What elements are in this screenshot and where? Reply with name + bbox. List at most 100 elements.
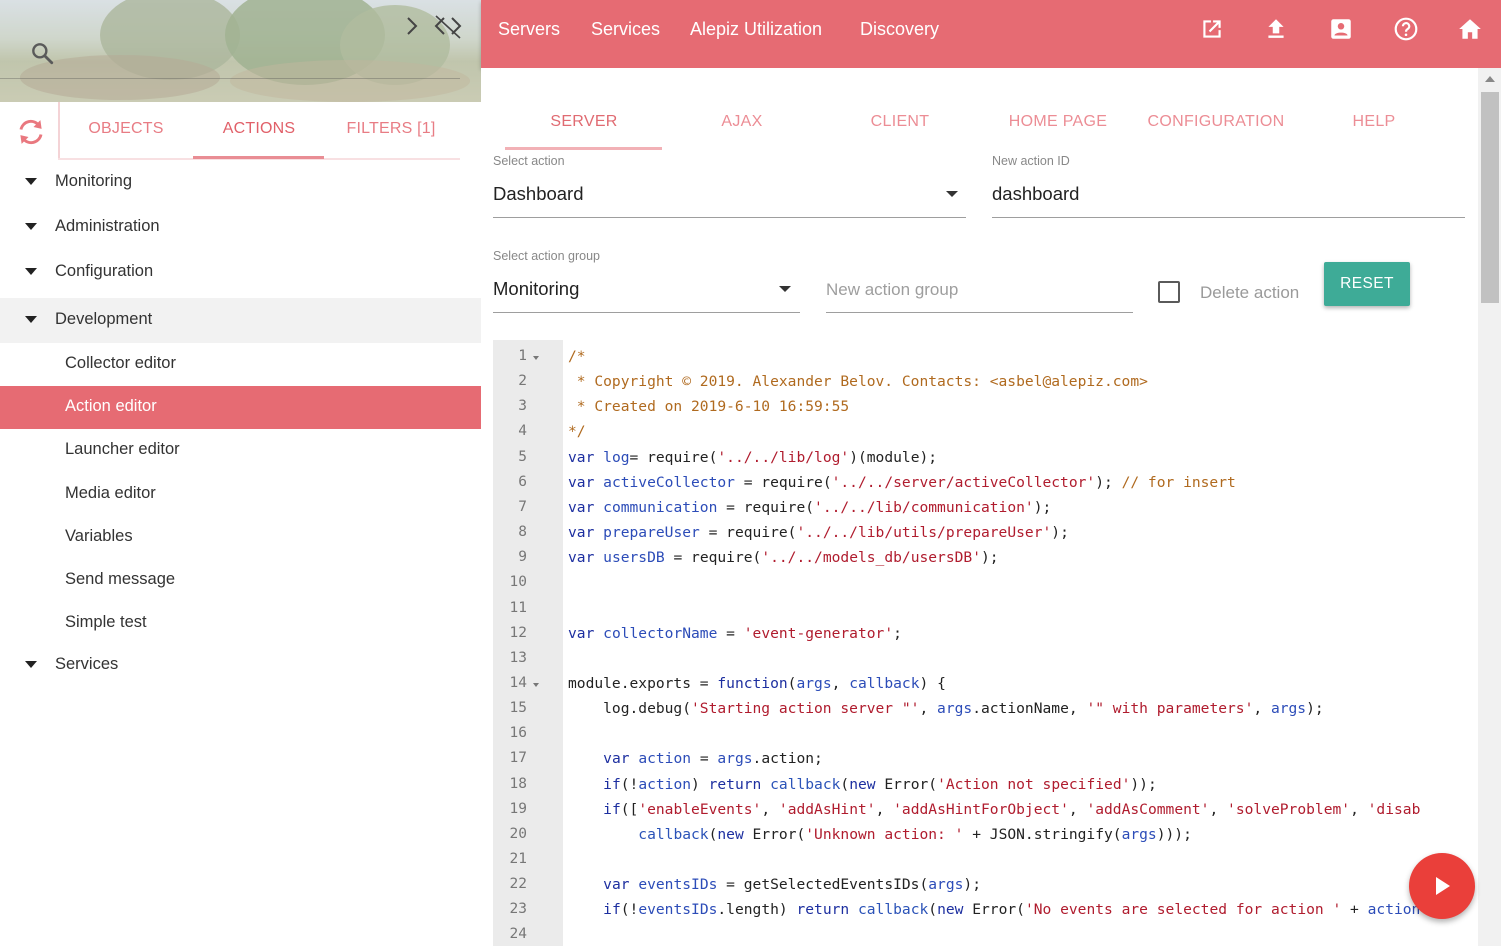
tab-configuration[interactable]: CONFIGURATION: [1136, 113, 1296, 131]
code-token: );: [1306, 700, 1324, 717]
tree-item-administration[interactable]: Administration: [0, 205, 481, 249]
code-token: );: [1051, 524, 1069, 541]
caret-down-icon[interactable]: [25, 316, 37, 323]
code-token: 'event-generator': [743, 625, 894, 642]
new-action-id-input[interactable]: dashboard: [992, 183, 1079, 205]
code-token: );: [1033, 499, 1052, 516]
code-token: +: [1341, 901, 1368, 918]
tree-item-monitoring[interactable]: Monitoring: [0, 160, 481, 204]
code-token: );: [980, 549, 999, 566]
play-icon: [1436, 877, 1450, 895]
caret-down-icon[interactable]: [25, 661, 37, 668]
select-action-dropdown[interactable]: Dashboard: [493, 183, 584, 205]
delete-action-checkbox[interactable]: [1158, 281, 1180, 303]
code-line: /*: [568, 348, 586, 365]
nav-services[interactable]: Services: [591, 19, 660, 40]
code-token: '../../lib/log': [717, 449, 850, 466]
delete-action-label[interactable]: Delete action: [1200, 283, 1299, 303]
tree-item-launcher-editor[interactable]: Launcher editor: [0, 428, 481, 472]
line-number: 23: [509, 901, 527, 917]
new-action-group-input[interactable]: New action group: [826, 280, 958, 300]
code-token: // for insert: [1121, 474, 1236, 491]
tree-item-label: Launcher editor: [65, 440, 180, 458]
tab-server[interactable]: SERVER: [504, 113, 664, 131]
tree-item-development[interactable]: Development: [0, 298, 481, 343]
run-action-button[interactable]: [1409, 853, 1475, 919]
code-token: ,: [1350, 801, 1368, 818]
code-token: var: [568, 625, 604, 642]
tree-item-media-editor[interactable]: Media editor: [0, 472, 481, 516]
code-token: * Created on 2019-6-10 16:59:55: [568, 398, 850, 415]
tree-item-configuration[interactable]: Configuration: [0, 250, 481, 294]
line-number: 12: [509, 625, 527, 641]
scroll-up-arrow-icon[interactable]: [1485, 76, 1495, 82]
tree-item-action-editor[interactable]: Action editor: [0, 386, 481, 429]
search-input[interactable]: [0, 78, 460, 79]
code-token: .actionName,: [972, 700, 1087, 717]
code-token: action: [1367, 901, 1421, 918]
open-in-new-icon[interactable]: [1199, 16, 1225, 42]
code-token: if: [603, 776, 621, 793]
tab-objects[interactable]: OBJECTS: [70, 120, 182, 138]
new-action-id-underline: [992, 217, 1465, 218]
tab-home-page[interactable]: HOME PAGE: [978, 113, 1138, 131]
tab-actions[interactable]: ACTIONS: [196, 120, 322, 138]
code-token: ,: [831, 675, 850, 692]
code-token: var: [568, 549, 604, 566]
refresh-icon[interactable]: [16, 117, 46, 147]
help-icon[interactable]: [1393, 16, 1419, 42]
tree-item-send-message[interactable]: Send message: [0, 558, 481, 602]
reset-button[interactable]: RESET: [1324, 262, 1410, 306]
fold-arrow-icon[interactable]: [533, 683, 539, 687]
code-line: if(!action) return callback(new Error('A…: [568, 776, 1157, 793]
account-box-icon[interactable]: [1328, 16, 1354, 42]
code-token: ,: [1253, 700, 1271, 717]
code-token: 'Unknown action: ': [805, 826, 964, 843]
collapse-arrows-icon[interactable]: [402, 14, 464, 40]
code-token: ): [691, 776, 709, 793]
code-editor[interactable]: [563, 340, 1478, 946]
dropdown-arrow-icon[interactable]: [946, 191, 958, 197]
code-token: .action;: [752, 750, 823, 767]
caret-down-icon[interactable]: [25, 223, 37, 230]
line-number: 9: [518, 549, 527, 565]
line-number: 6: [518, 474, 527, 490]
tab-ajax[interactable]: AJAX: [662, 113, 822, 131]
tree-item-collector-editor[interactable]: Collector editor: [0, 342, 481, 386]
code-token: var: [568, 474, 604, 491]
code-token: 'No events are selected for action ': [1024, 901, 1342, 918]
select-action-label: Select action: [493, 154, 565, 168]
tab-filters[interactable]: FILTERS [1]: [338, 120, 444, 138]
home-icon[interactable]: [1457, 16, 1483, 42]
code-token: .length): [717, 901, 797, 918]
line-number: 5: [518, 449, 527, 465]
caret-down-icon[interactable]: [25, 178, 37, 185]
caret-down-icon[interactable]: [25, 268, 37, 275]
tree-item-variables[interactable]: Variables: [0, 515, 481, 559]
nav-discovery[interactable]: Discovery: [860, 19, 939, 40]
line-number: 10: [509, 574, 527, 590]
tree-item-simple-test[interactable]: Simple test: [0, 601, 481, 645]
fold-arrow-icon[interactable]: [533, 356, 539, 360]
search-icon[interactable]: [29, 40, 55, 66]
code-line: var action = args.action;: [568, 750, 823, 767]
dropdown-arrow-icon[interactable]: [779, 286, 791, 292]
tab-client[interactable]: CLIENT: [820, 113, 980, 131]
scrollbar-thumb[interactable]: [1481, 92, 1499, 303]
code-token: = require(: [664, 549, 762, 566]
tab-help[interactable]: HELP: [1294, 113, 1454, 131]
left-panel: OBJECTS ACTIONS FILTERS [1] Monitoring A…: [0, 0, 481, 946]
line-number: 19: [509, 801, 527, 817]
code-token: action: [638, 776, 692, 793]
code-token: =: [717, 625, 744, 642]
code-token: '../../models_db/usersDB': [761, 549, 981, 566]
code-line: callback(new Error('Unknown action: ' + …: [568, 826, 1192, 843]
code-token: 'addAsComment': [1086, 801, 1210, 818]
nav-alepiz-utilization[interactable]: Alepiz Utilization: [690, 19, 822, 40]
select-action-group-dropdown[interactable]: Monitoring: [493, 278, 579, 300]
code-token: ));: [1130, 776, 1157, 793]
tree-item-services[interactable]: Services: [0, 643, 481, 687]
nav-servers[interactable]: Servers: [498, 19, 560, 40]
upload-icon[interactable]: [1263, 16, 1289, 42]
